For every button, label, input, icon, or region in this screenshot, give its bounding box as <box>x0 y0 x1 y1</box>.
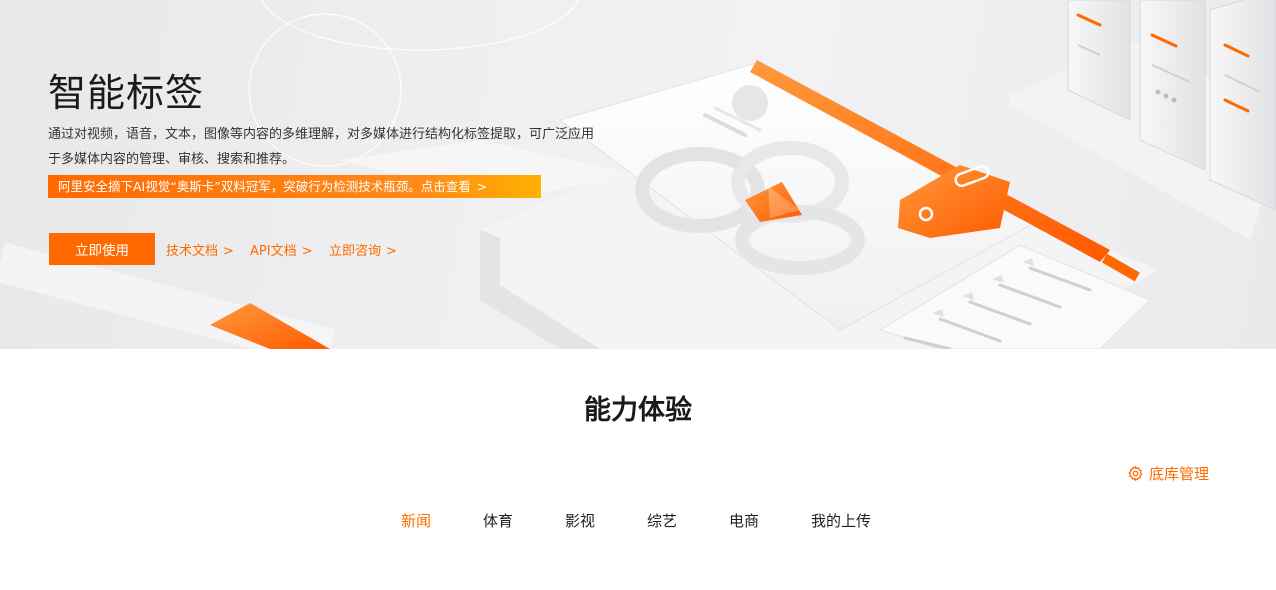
tab-ecommerce[interactable]: 电商 <box>729 510 759 531</box>
consult-now-label: 立即咨询 <box>329 244 382 259</box>
use-now-button[interactable]: 立即使用 <box>49 233 155 265</box>
hero-description-line: 通过对视频，语音，文本，图像等内容的多维理解，对多媒体进行结构化标签提取，可广泛… <box>48 127 595 142</box>
tab-film[interactable]: 影视 <box>565 510 595 531</box>
chevron-right-icon: > <box>386 244 397 259</box>
library-manage-label: 底库管理 <box>1149 465 1210 483</box>
promo-text: 阿里安全摘下AI视觉“奥斯卡”双料冠军，突破行为检测技术瓶颈。点击查看 <box>58 179 471 194</box>
library-manage-button[interactable]: 底库管理 <box>1127 463 1209 484</box>
promo-banner-link[interactable]: 阿里安全摘下AI视觉“奥斯卡”双料冠军，突破行为检测技术瓶颈。点击查看 > <box>48 175 541 198</box>
hero-description: 通过对视频，语音，文本，图像等内容的多维理解，对多媒体进行结构化标签提取，可广泛… <box>48 122 648 172</box>
tab-variety[interactable]: 综艺 <box>647 510 677 531</box>
consult-now-link[interactable]: 立即咨询 > <box>329 240 397 259</box>
section-title: 能力体验 <box>584 395 692 426</box>
tab-sports[interactable]: 体育 <box>483 510 513 531</box>
tech-docs-link[interactable]: 技术文档 > <box>166 240 234 259</box>
hero-description-line: 于多媒体内容的管理、审核、搜索和推荐。 <box>48 152 296 167</box>
category-tabs: 新闻 体育 影视 综艺 电商 我的上传 <box>0 510 1276 534</box>
tab-news[interactable]: 新闻 <box>401 510 431 531</box>
tech-docs-label: 技术文档 <box>166 244 219 259</box>
hero-banner: 智能标签 通过对视频，语音，文本，图像等内容的多维理解，对多媒体进行结构化标签提… <box>0 0 1276 349</box>
gear-icon <box>1127 465 1144 482</box>
api-docs-label: API文档 <box>250 244 297 259</box>
chevron-right-icon: > <box>301 244 313 259</box>
chevron-right-icon: > <box>223 244 234 259</box>
hero-title: 智能标签 <box>48 71 205 115</box>
chevron-right-icon: > <box>476 179 488 194</box>
tab-my-uploads[interactable]: 我的上传 <box>811 510 871 531</box>
api-docs-link[interactable]: API文档 > <box>250 240 312 259</box>
